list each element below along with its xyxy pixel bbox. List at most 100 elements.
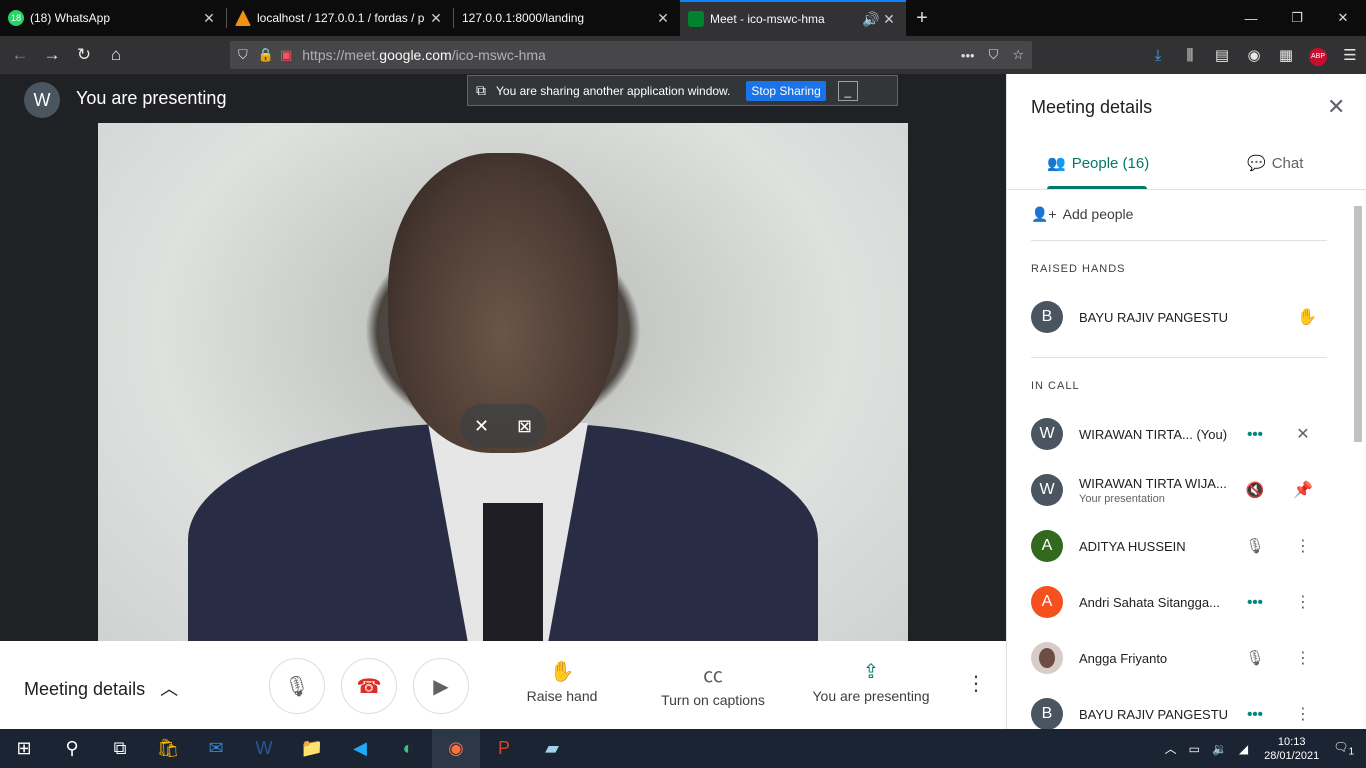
unpin-icon[interactable]: ✕	[474, 416, 489, 437]
tab-title: 127.0.0.1:8000/landing	[462, 11, 585, 25]
vscode-icon[interactable]: ◀	[336, 729, 384, 768]
presenting-button[interactable]: ⇪ You are presenting	[808, 659, 934, 704]
meeting-details-toggle[interactable]: Meeting details ︿	[24, 675, 178, 701]
tab-whatsapp[interactable]: 18 (18) WhatsApp ✕	[0, 0, 226, 36]
close-tab-icon[interactable]: ✕	[654, 10, 672, 27]
participant-name-text: WIRAWAN TIRTA WIJA...	[1079, 475, 1227, 491]
address-bar[interactable]: ⛉ 🔒 ▣ https://meet.google.com/ico-mswc-h…	[230, 41, 1032, 69]
url-domain: google.com	[379, 47, 452, 63]
raise-hand-label: Raise hand	[526, 688, 598, 704]
leave-call-button[interactable]: ☎	[341, 658, 397, 714]
task-view-icon[interactable]: ⧉	[96, 729, 144, 768]
wifi-icon[interactable]: ◢	[1239, 742, 1248, 756]
participant-row[interactable]: Angga Friyanto 🎙 ⋮	[1031, 638, 1331, 678]
close-window-icon[interactable]: ✕	[1320, 0, 1366, 36]
scrollbar-thumb[interactable]	[1354, 206, 1362, 442]
back-icon[interactable]: ←	[4, 39, 36, 71]
participant-name: BAYU RAJIV PANGESTU	[1079, 310, 1279, 325]
download-icon[interactable]: ⤓	[1142, 47, 1174, 64]
camera-button[interactable]: ▶	[413, 658, 469, 714]
page-actions-icon[interactable]: •••	[961, 48, 975, 63]
chevron-up-icon[interactable]: ︿	[1165, 740, 1177, 757]
more-options-icon[interactable]: ⋮	[1279, 704, 1327, 724]
tab-people[interactable]: 👥 People (16)	[1047, 154, 1149, 173]
lock-icon[interactable]: 🔒	[258, 47, 274, 63]
close-tab-icon[interactable]: ✕	[427, 10, 445, 27]
pin-icon[interactable]: 📌	[1279, 480, 1327, 500]
permissions-icon[interactable]: ▣	[280, 47, 292, 63]
library-icon[interactable]: ⫼	[1174, 47, 1206, 64]
raised-hand-icon[interactable]: ✋	[1283, 307, 1331, 327]
firefox-icon[interactable]: ◉	[432, 729, 480, 768]
minimize-icon[interactable]: —	[1228, 0, 1274, 36]
avatar: B	[1031, 698, 1063, 729]
close-tab-icon[interactable]: ✕	[200, 10, 218, 27]
mail-icon[interactable]: ✉	[192, 729, 240, 768]
close-tab-icon[interactable]: ✕	[880, 11, 898, 28]
windows-start-icon[interactable]: ⊞	[0, 729, 48, 768]
hide-bar-button[interactable]: _	[837, 80, 858, 101]
fullscreen-off-icon[interactable]: ⊠	[517, 416, 532, 437]
tab-meet[interactable]: Meet - ico-mswc-hma 🔊 ✕	[680, 0, 906, 36]
stop-sharing-button[interactable]: Stop Sharing	[746, 80, 826, 101]
url-text[interactable]: https://meet.google.com/ico-mswc-hma	[302, 47, 546, 63]
panel-scrollbar[interactable]	[1352, 194, 1364, 724]
notification-center-icon[interactable]: 🗨1	[1333, 740, 1354, 757]
bookmark-star-icon[interactable]: ☆	[1012, 47, 1024, 63]
raise-hand-button[interactable]: ✋ Raise hand	[522, 659, 602, 704]
hand-icon: ✋	[549, 661, 575, 683]
menu-icon[interactable]: ☰	[1334, 46, 1366, 64]
speaker-icon[interactable]: 🔊	[862, 11, 880, 28]
clock[interactable]: 10:13 28/01/2021	[1264, 735, 1319, 763]
more-options-icon[interactable]: ⋮	[1279, 648, 1327, 668]
reload-icon[interactable]: ↻	[68, 39, 100, 71]
more-options-icon[interactable]: ⋮	[966, 671, 986, 696]
captions-button[interactable]: ㏄ Turn on captions	[655, 659, 771, 708]
home-icon[interactable]: ⌂	[100, 39, 132, 71]
restore-icon[interactable]: ❐	[1274, 0, 1320, 36]
windows-taskbar: ⊞ ⚲ ⧉ 🛍 ✉ W 📁 ◀ ◐ ◉ P ▰ ︿ ▭ 🔉 ◢ 10:13 28/…	[0, 729, 1366, 768]
participant-row[interactable]: W WIRAWAN TIRTA... (You) ••• ✕	[1031, 414, 1331, 454]
powerpoint-icon[interactable]: P	[480, 729, 528, 768]
extension-icon[interactable]: ▦	[1270, 46, 1302, 64]
word-icon[interactable]: W	[240, 729, 288, 768]
pocket-icon[interactable]: ⛉	[989, 47, 999, 63]
forward-icon[interactable]: →	[36, 39, 68, 71]
edge-icon[interactable]: ◐	[384, 729, 432, 768]
system-tray: ︿ ▭ 🔉 ◢ 10:13 28/01/2021 🗨1	[1159, 729, 1366, 768]
participant-row[interactable]: A ADITYA HUSSEIN 🎙 ⋮	[1031, 526, 1331, 566]
adblock-plus-icon[interactable]: ABP	[1302, 45, 1334, 66]
shield-icon[interactable]: ⛉	[238, 47, 248, 63]
tab-phpmyadmin[interactable]: localhost / 127.0.0.1 / fordas / p ✕	[227, 0, 453, 36]
search-icon[interactable]: ⚲	[48, 729, 96, 768]
more-options-icon[interactable]: ⋮	[1279, 592, 1327, 612]
speaking-indicator-icon: •••	[1247, 593, 1263, 611]
participant-row[interactable]: B BAYU RAJIV PANGESTU ••• ⋮	[1031, 694, 1331, 729]
more-options-icon[interactable]: ⋮	[1279, 536, 1327, 556]
phpmyadmin-icon	[235, 10, 251, 26]
google-meet-icon	[688, 11, 704, 27]
hang-up-icon: ☎	[356, 675, 382, 698]
tab-landing[interactable]: 127.0.0.1:8000/landing ✕	[454, 0, 680, 36]
tab-chat[interactable]: 💬 Chat	[1247, 154, 1303, 173]
file-explorer-icon[interactable]: 📁	[288, 729, 336, 768]
meeting-controls-bar: Meeting details ︿ 🎙 ☎ ▶ ✋ Raise hand ㏄ Tur…	[0, 641, 1006, 729]
speaking-indicator-icon: •••	[1247, 425, 1263, 443]
sidebar-icon[interactable]: ▤	[1206, 46, 1238, 64]
microphone-button[interactable]: 🎙	[269, 658, 325, 714]
video-overlay-controls: ✕ ⊠	[460, 404, 546, 448]
raised-hand-row[interactable]: B BAYU RAJIV PANGESTU ✋	[1031, 297, 1331, 337]
add-people-button[interactable]: 👤+ Add people	[1031, 206, 1133, 223]
battery-icon[interactable]: ▭	[1189, 742, 1200, 756]
unpin-icon[interactable]: ✕	[1279, 424, 1327, 444]
notes-app-icon[interactable]: ▰	[528, 729, 576, 768]
new-tab-button[interactable]: +	[906, 0, 938, 36]
whatsapp-icon: 18	[8, 10, 24, 26]
close-panel-icon[interactable]: ✕	[1327, 94, 1345, 120]
volume-icon[interactable]: 🔉	[1212, 742, 1227, 756]
account-icon[interactable]: ◉	[1238, 46, 1270, 64]
store-icon[interactable]: 🛍	[144, 729, 192, 768]
participant-row[interactable]: A Andri Sahata Sitangga... ••• ⋮	[1031, 582, 1331, 622]
participant-name-text: WIRAWAN TIRTA... (You)	[1079, 426, 1228, 442]
participant-row[interactable]: W WIRAWAN TIRTA WIJA... Your presentation…	[1031, 470, 1331, 510]
